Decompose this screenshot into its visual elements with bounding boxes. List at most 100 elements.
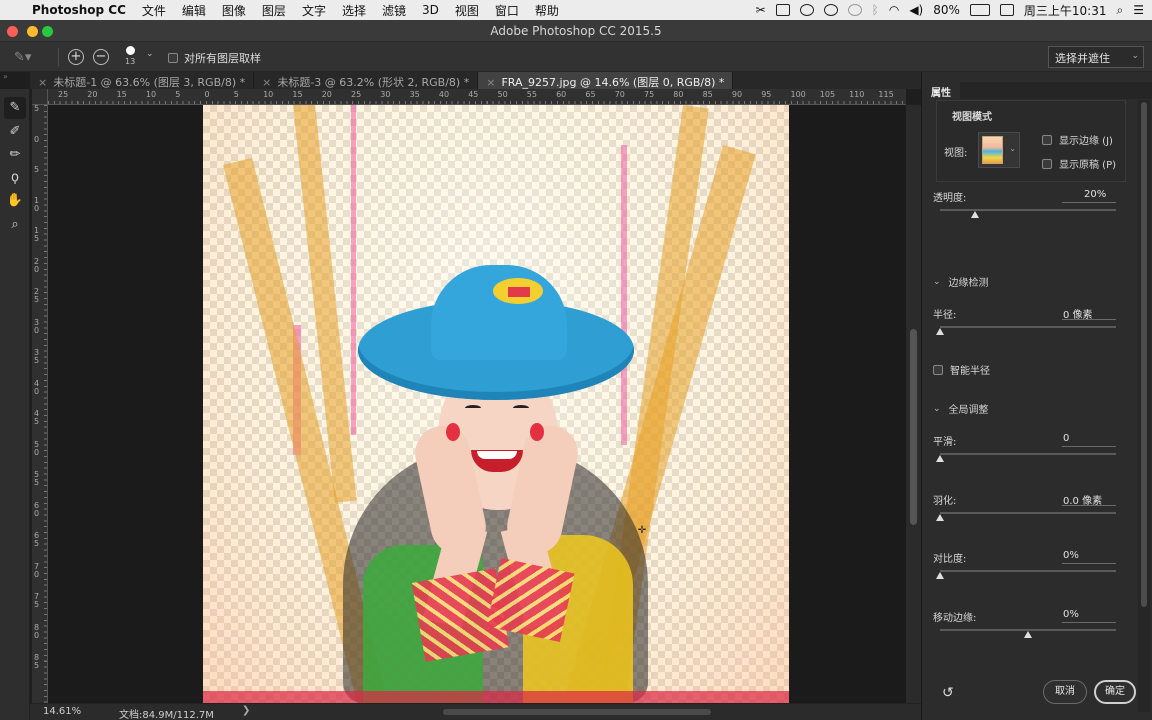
radius-slider-knob[interactable] <box>936 328 944 335</box>
menu-help[interactable]: 帮助 <box>535 2 559 19</box>
wifi-icon[interactable]: ◠ <box>889 3 899 17</box>
sample-all-layers-checkbox[interactable] <box>168 53 178 63</box>
tab-untitled-1[interactable]: × 未标题-1 @ 63.6% (图层 3, RGB/8) * <box>30 72 255 89</box>
show-edge-checkbox[interactable] <box>1042 134 1052 145</box>
scrollbar-thumb[interactable] <box>910 329 917 525</box>
hand-tool-icon[interactable]: ✋ <box>4 190 26 212</box>
panel-scrollbar[interactable] <box>1138 100 1150 712</box>
brush-picker-chevron-icon[interactable]: ⌄ <box>146 49 154 59</box>
battery-percent[interactable]: 80% <box>933 3 960 17</box>
chrome-icon[interactable] <box>799 4 814 16</box>
time-machine-icon[interactable] <box>847 4 862 16</box>
ok-button[interactable]: 确定 <box>1094 680 1136 704</box>
quick-selection-tool-icon[interactable]: ✎ <box>4 97 26 119</box>
brush-preview-icon[interactable] <box>126 46 135 55</box>
show-original-option[interactable]: 显示原稿 (P) <box>1042 156 1116 171</box>
tab-fra-9257[interactable]: × FRA_9257.jpg @ 14.6% (图层 0, RGB/8) * <box>478 72 734 89</box>
menu-view[interactable]: 视图 <box>455 2 479 19</box>
battery-icon[interactable] <box>969 4 990 16</box>
menu-image[interactable]: 图像 <box>222 2 246 19</box>
tab-untitled-3[interactable]: × 未标题-3 @ 63.2% (形状 2, RGB/8) * <box>254 72 479 89</box>
opacity-slider-track[interactable] <box>940 209 1116 211</box>
document-size: 文档:84.9M/112.7M <box>119 710 214 720</box>
shift-edge-slider-knob[interactable] <box>1024 631 1032 638</box>
ruler-label: 10 <box>145 90 157 99</box>
vertical-ruler[interactable]: 5 0 5 1 0 1 5 2 0 2 5 3 0 3 5 4 0 4 5 5 0 5 5 6 0 6 5 7… <box>32 105 48 703</box>
horizontal-scrollbar-thumb[interactable] <box>443 709 711 715</box>
menu-layer[interactable]: 图层 <box>262 2 286 19</box>
sample-all-layers-option[interactable]: 对所有图层取样 <box>168 50 261 66</box>
smart-radius-checkbox[interactable] <box>933 364 943 375</box>
radius-slider-track[interactable] <box>940 326 1116 328</box>
spotlight-search-icon[interactable]: ⌕ <box>1117 3 1124 18</box>
add-to-selection-icon[interactable]: + <box>68 49 84 65</box>
tool-preset-brush-icon[interactable]: ✎▾ <box>14 50 34 65</box>
show-edge-option[interactable]: 显示边缘 (J) <box>1042 132 1113 147</box>
notification-center-icon[interactable]: ☰ <box>1133 3 1144 17</box>
panel-scrollbar-thumb[interactable] <box>1141 102 1147 607</box>
ruler-label: 4 0 <box>34 378 40 396</box>
contrast-slider-track[interactable] <box>940 570 1116 572</box>
menu-type[interactable]: 文字 <box>302 2 326 19</box>
ruler-label: 40 <box>438 90 450 99</box>
smooth-slider-track[interactable] <box>940 453 1116 455</box>
status-menus: ✂ ᛒ ◠ ◀) 80% 周三上午10:31 ⌕ ☰ <box>756 0 1144 20</box>
chevron-down-icon: ⌄ <box>933 276 941 287</box>
feather-slider-track[interactable] <box>940 512 1116 514</box>
close-tab-icon[interactable]: × <box>38 76 47 89</box>
document-image[interactable]: ✛ <box>203 105 789 703</box>
brush-tool-icon[interactable]: ✏ <box>4 144 26 166</box>
collapse-toolbar-icon[interactable]: » <box>3 72 8 81</box>
horizontal-ruler[interactable]: 25 20 15 10 5 0 5 10 15 20 25 30 35 40 45 50 55 60 65 70 75 8… <box>48 89 906 105</box>
scissors-icon[interactable]: ✂ <box>756 3 766 17</box>
show-original-checkbox[interactable] <box>1042 158 1052 169</box>
menu-select[interactable]: 选择 <box>342 2 366 19</box>
global-refinements-section[interactable]: ⌄ 全局调整 <box>933 401 989 417</box>
contrast-slider-knob[interactable] <box>936 572 944 579</box>
bluetooth-icon[interactable]: ᛒ <box>872 3 879 17</box>
hat-bow <box>508 287 530 297</box>
opacity-slider-knob[interactable] <box>971 211 980 218</box>
reset-workspace-icon[interactable]: ↺ <box>942 685 954 701</box>
zoom-level[interactable]: 14.61% <box>43 706 81 717</box>
canvas-area[interactable]: ✛ <box>48 105 906 703</box>
opacity-value[interactable]: 20% <box>1084 189 1106 200</box>
input-method-icon[interactable] <box>999 4 1014 16</box>
smooth-label: 平滑: <box>933 437 957 448</box>
feather-slider-knob[interactable] <box>936 514 944 521</box>
edge-detection-section[interactable]: ⌄ 边缘检测 <box>933 274 989 290</box>
subtract-from-selection-icon[interactable]: − <box>93 49 109 65</box>
chevron-down-icon: ⌄ <box>1131 51 1139 61</box>
ruler-origin[interactable] <box>32 89 48 105</box>
shift-edge-value[interactable]: 0% <box>1063 609 1079 620</box>
status-menu-arrow-icon[interactable]: ❯ <box>242 705 250 716</box>
ruler-label: 2 5 <box>34 287 40 304</box>
smooth-value[interactable]: 0 <box>1063 433 1069 444</box>
close-tab-icon[interactable]: × <box>262 76 271 89</box>
smart-radius-option[interactable]: 智能半径 <box>933 362 990 377</box>
ruler-label: 100 <box>790 90 806 99</box>
select-and-mask-dropdown[interactable]: 选择并遮住 ⌄ <box>1048 46 1144 68</box>
contrast-value[interactable]: 0% <box>1063 550 1079 561</box>
menu-file[interactable]: 文件 <box>142 2 166 19</box>
zoom-tool-icon[interactable]: ⌕ <box>4 214 26 236</box>
wechat-icon[interactable] <box>823 4 838 16</box>
tab-properties[interactable]: 属性 <box>922 82 960 99</box>
menu-edit[interactable]: 编辑 <box>182 2 206 19</box>
subject-teeth <box>477 451 517 459</box>
canvas-vertical-scrollbar[interactable] <box>906 105 921 703</box>
volume-icon[interactable]: ◀) <box>909 3 923 17</box>
brush-size[interactable]: 13 <box>125 57 135 66</box>
menu-filter[interactable]: 滤镜 <box>382 2 406 19</box>
clock[interactable]: 周三上午10:31 <box>1024 2 1107 19</box>
refine-edge-brush-icon[interactable]: ✐ <box>4 121 26 143</box>
screen-record-icon[interactable] <box>775 4 790 16</box>
close-tab-icon[interactable]: × <box>486 76 495 89</box>
cancel-button[interactable]: 取消 <box>1043 680 1087 704</box>
lasso-tool-icon[interactable]: ϙ <box>4 167 26 189</box>
app-menu[interactable]: Photoshop CC <box>32 3 126 17</box>
menu-window[interactable]: 窗口 <box>495 2 519 19</box>
view-mode-picker[interactable]: ⌄ <box>978 132 1020 168</box>
menu-3d[interactable]: 3D <box>422 3 439 17</box>
smooth-slider-knob[interactable] <box>936 455 944 462</box>
